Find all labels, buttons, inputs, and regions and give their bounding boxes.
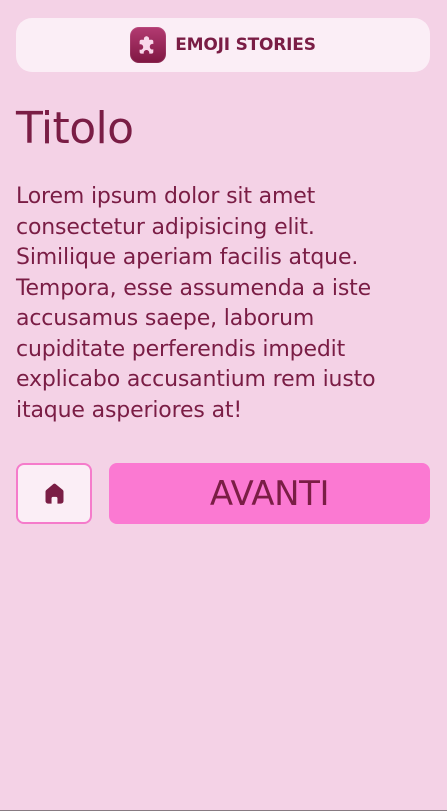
home-icon (41, 480, 68, 507)
app-logo (130, 27, 167, 63)
next-button[interactable]: AVANTI (109, 463, 430, 524)
page-title: Titolo (16, 103, 134, 154)
puzzle-piece-icon (136, 33, 160, 57)
app-header: EMOJI STORIES (16, 18, 430, 72)
story-screen: EMOJI STORIES Titolo Lorem ipsum dolor s… (0, 0, 447, 811)
app-name: EMOJI STORIES (175, 35, 316, 55)
home-button[interactable] (16, 463, 92, 524)
brand: EMOJI STORIES (130, 27, 316, 63)
story-text: Lorem ipsum dolor sit amet consectetur a… (16, 184, 376, 423)
